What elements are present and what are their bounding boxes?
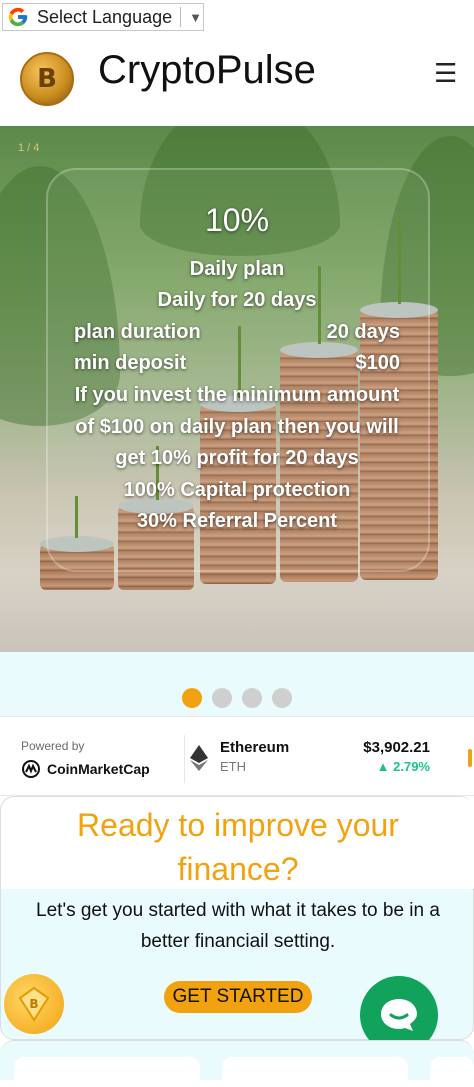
coinmarketcap-label: CoinMarketCap [47, 761, 150, 777]
logo-letter: B [37, 64, 57, 94]
cta-body-line: Let's get you started with what it takes… [36, 900, 440, 921]
carousel-dot-2[interactable] [212, 688, 232, 708]
plan-description: If you invest the minimum amount [74, 384, 400, 406]
cta-body: Let's get you started with what it takes… [1, 895, 474, 957]
coin-name[interactable]: Ethereum [220, 739, 289, 756]
coinmarketcap-link[interactable]: CoinMarketCap [21, 759, 150, 779]
divider [184, 735, 185, 783]
chat-bubble-icon [381, 999, 417, 1031]
brand-name[interactable]: CryptoPulse [98, 48, 316, 93]
hamburger-menu-icon[interactable]: ☰ [434, 58, 457, 89]
plan-feature: 30% Referral Percent [136, 510, 338, 532]
ethereum-icon [190, 745, 208, 771]
get-started-button[interactable]: GET STARTED [164, 981, 312, 1013]
plan-name: Daily plan [189, 258, 285, 280]
plan-feature: 100% Capital protection [123, 479, 351, 501]
cta-title: Ready to improve your finance? [1, 803, 474, 891]
coin-symbol: ETH [220, 759, 246, 774]
chevron-down-icon[interactable]: ▼ [189, 10, 202, 25]
divider [180, 7, 182, 27]
translate-bar: Select Language ▼ [0, 0, 474, 34]
cta-title-line: Ready to improve your [77, 807, 399, 843]
ticker-next-item [468, 749, 472, 767]
plan-description: get 10% profit for 20 days [115, 447, 359, 469]
google-icon [5, 4, 31, 30]
plan-period: Daily for 20 days [157, 289, 317, 311]
coin-price: $3,902.21 [363, 739, 430, 756]
language-select-label: Select Language [37, 6, 173, 27]
bitcoin-badge-icon[interactable]: B [4, 974, 64, 1034]
site-header: B CryptoPulse ☰ [0, 34, 474, 126]
language-select[interactable]: Select Language ▼ [2, 3, 204, 31]
powered-by-label: Powered by [21, 739, 85, 753]
carousel-dot-4[interactable] [272, 688, 292, 708]
feature-card[interactable] [222, 1057, 408, 1087]
price-ticker: Powered by CoinMarketCap Ethereum ETH $3… [0, 716, 474, 796]
slide-counter: 1 / 4 [18, 142, 40, 154]
plan-description: of $100 on daily plan then you will [75, 416, 399, 438]
feature-card[interactable] [430, 1057, 474, 1087]
svg-text:B: B [29, 997, 38, 1011]
min-deposit-row: min deposit $100 [74, 352, 400, 375]
min-deposit-value: $100 [355, 352, 401, 374]
diamond-bitcoin-icon: B [18, 986, 50, 1022]
min-deposit-label: min deposit [74, 352, 187, 374]
feature-card[interactable] [14, 1057, 200, 1087]
cta-title-line: finance? [177, 851, 299, 887]
bitcoin-logo-icon[interactable]: B [20, 52, 74, 106]
carousel-dot-3[interactable] [242, 688, 262, 708]
coinmarketcap-icon [22, 760, 40, 778]
plan-percent: 10% [204, 202, 270, 238]
plan-duration-value: 20 days [326, 321, 400, 343]
next-section [0, 1040, 474, 1087]
plan-duration-label: plan duration [74, 321, 201, 343]
carousel-dot-1[interactable] [182, 688, 202, 708]
plan-duration-row: plan duration 20 days [74, 321, 400, 344]
hero-slide: 1 / 4 10% Daily plan Daily for 20 days p… [0, 126, 474, 652]
coin-change: ▲ 2.79% [376, 759, 430, 774]
cta-body-line: better financiail setting. [140, 931, 336, 952]
carousel-pagination [0, 652, 474, 716]
